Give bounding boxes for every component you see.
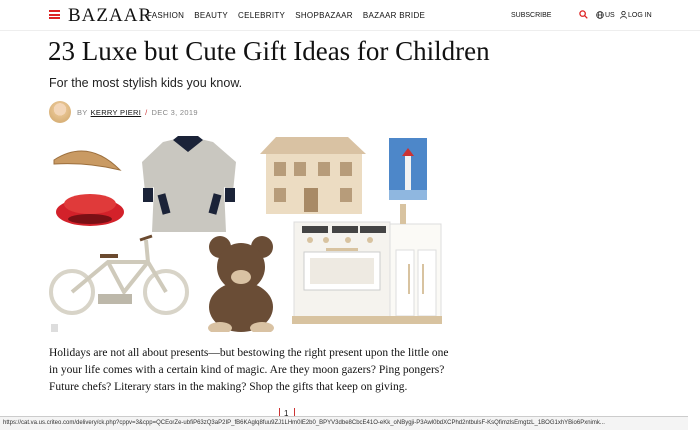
search-icon[interactable] [579,10,588,19]
publish-date: DEC 3, 2019 [151,108,198,117]
article-intro: Holidays are not all about presents—but … [49,347,449,393]
article-subtitle: For the most stylish kids you know. [49,76,243,90]
byline-prefix: BY [77,108,88,117]
byline-separator: / [145,108,148,117]
nav-link-fashion[interactable]: FASHION [147,11,184,20]
kids-bicycle-product [49,234,189,315]
browser-status-url: https://cat.va.us.criteo.com/delivery/ck… [0,416,688,430]
hamburger-menu-icon[interactable] [49,10,60,19]
play-kitchen-product [292,204,442,324]
dollhouse-product [260,137,366,214]
picture-book-product [389,138,427,200]
author-avatar [49,101,71,123]
nav-link-bazaar-bride[interactable]: BAZAAR BRIDE [363,11,425,20]
monogram-coat-product [142,136,236,232]
nav-link-celebrity[interactable]: CELEBRITY [238,11,285,20]
teddy-bear-product [208,236,274,332]
globe-icon[interactable] [596,11,604,19]
nav-link-beauty[interactable]: BEAUTY [194,11,228,20]
author-link[interactable]: KERRY PIERI [91,108,142,117]
nav-link-shopbazaar[interactable]: SHOPBAZAAR [295,11,353,20]
site-logo[interactable]: BAZAAR [68,5,152,27]
subscribe-link[interactable]: SUBSCRIBE [511,12,551,19]
image-credit-tag [51,324,59,332]
gift-collage-image [49,136,442,332]
region-selector[interactable]: US [605,12,615,19]
user-icon[interactable] [620,11,627,19]
top-nav: BAZAAR FASHION BEAUTY CELEBRITY SHOPBAZA… [0,0,700,31]
balance-board-product [53,150,122,171]
primary-nav: FASHION BEAUTY CELEBRITY SHOPBAZAAR BAZA… [147,11,425,20]
byline: BY KERRY PIERI / DEC 3, 2019 [77,108,198,117]
article-title: 23 Luxe but Cute Gift Ideas for Children [48,36,490,66]
login-link[interactable]: LOG IN [628,12,652,19]
